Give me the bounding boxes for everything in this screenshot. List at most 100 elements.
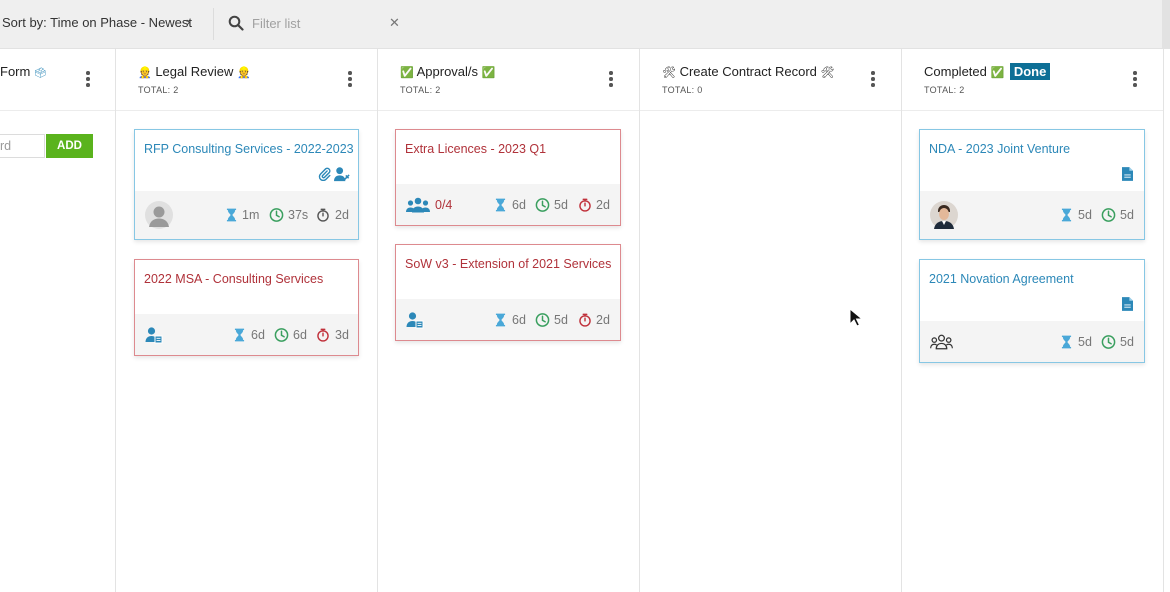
card-footer: 6d 5d 2d [396, 299, 620, 340]
approval-count: 0/4 [435, 197, 453, 212]
time-elapsed: 5d [1120, 334, 1134, 349]
column-header: ✅ Approval/s ✅ TOTAL: 2 [378, 49, 639, 111]
search-icon [228, 15, 244, 31]
column-header: 👷 Legal Review 👷 TOTAL: 2 [116, 49, 377, 111]
quick-add-input[interactable]: rd [0, 134, 45, 158]
clock-icon [1101, 334, 1116, 349]
clock-icon [269, 208, 284, 223]
chevron-right-icon[interactable]: › [186, 14, 190, 29]
column-total: TOTAL: 2 [400, 85, 441, 95]
paperclip-icon [318, 167, 331, 181]
card-footer: 5d 5d [920, 191, 1144, 239]
time-in-phase: 6d [251, 327, 265, 342]
column-total: TOTAL: 0 [662, 85, 703, 95]
time-remaining: 2d [335, 208, 349, 222]
more-options-icon[interactable] [348, 71, 352, 89]
sort-dropdown[interactable]: Sort by: Time on Phase - Newest [2, 15, 192, 30]
ballot-box-icon: 🗳 [33, 68, 47, 79]
done-badge: Done [1009, 63, 1051, 80]
column-header: Completed ✅ Done TOTAL: 2 [902, 49, 1163, 111]
card[interactable]: SoW v3 - Extension of 2021 Services 6d 5… [395, 244, 621, 341]
scrollbar[interactable] [1162, 0, 1170, 49]
time-elapsed: 5d [554, 312, 568, 327]
group-icon [406, 197, 430, 212]
avatar [930, 201, 958, 229]
card[interactable]: NDA - 2023 Joint Venture 5d 5d [919, 129, 1145, 240]
card-footer: 6d 6d 3d [135, 314, 358, 355]
column-header: Form 🗳 [0, 49, 115, 111]
time-in-phase: 6d [512, 197, 526, 212]
hourglass-icon [1061, 334, 1072, 349]
time-elapsed: 37s [288, 208, 309, 222]
kanban-board: Form 🗳 rd ADD 👷 Legal Review 👷 TOTAL: 2 … [0, 49, 1170, 592]
hourglass-icon [226, 208, 237, 223]
time-remaining: 2d [596, 197, 610, 212]
add-button[interactable]: ADD [46, 134, 93, 158]
toolbar-divider [213, 8, 214, 40]
hourglass-icon [1061, 208, 1072, 223]
stopwatch-icon [578, 197, 592, 212]
user-form-icon [145, 326, 163, 344]
more-options-icon[interactable] [1133, 71, 1137, 89]
card-title[interactable]: NDA - 2023 Joint Venture [929, 142, 1070, 156]
hourglass-icon [234, 327, 245, 342]
time-in-phase: 1m [242, 208, 260, 222]
card[interactable]: RFP Consulting Services - 2022-2023 1m 3… [134, 129, 359, 240]
card-title[interactable]: 2021 Novation Agreement [929, 272, 1074, 286]
filter-input[interactable] [252, 13, 382, 33]
column-form: Form 🗳 rd ADD [0, 49, 116, 592]
time-in-phase: 6d [512, 312, 526, 327]
more-options-icon[interactable] [609, 71, 613, 89]
column-completed: Completed ✅ Done TOTAL: 2 NDA - 2023 Joi… [902, 49, 1164, 592]
time-elapsed: 6d [293, 327, 307, 342]
card[interactable]: 2022 MSA - Consulting Services 6d 6d 3d [134, 259, 359, 356]
clock-icon [535, 197, 550, 212]
stopwatch-icon [316, 208, 330, 223]
clock-icon [274, 327, 289, 342]
time-in-phase: 5d [1078, 208, 1092, 222]
scroll-gutter [1164, 49, 1170, 592]
column-title: 🛠 Create Contract Record 🛠 [662, 64, 834, 79]
check-icon: ✅ [990, 67, 1005, 79]
check-icon: ✅ [481, 67, 496, 79]
clock-icon [1101, 208, 1116, 223]
check-icon: ✅ [400, 67, 414, 79]
clock-icon [535, 312, 550, 327]
column-title-text: Create Contract Record [679, 64, 817, 79]
tools-icon: 🛠 [820, 67, 835, 79]
stopwatch-icon [578, 312, 592, 327]
more-options-icon[interactable] [86, 71, 90, 89]
column-title-text: Legal Review [155, 64, 234, 79]
time-remaining: 2d [596, 312, 610, 327]
column-title: Form 🗳 [0, 64, 47, 79]
toolbar: Sort by: Time on Phase - Newest › ✕ [0, 0, 1170, 49]
column-legal-review: 👷 Legal Review 👷 TOTAL: 2 RFP Consulting… [116, 49, 378, 592]
hourglass-icon [495, 312, 506, 327]
more-options-icon[interactable] [871, 71, 875, 89]
time-remaining: 3d [335, 327, 349, 342]
hourglass-icon [495, 197, 506, 212]
card-title[interactable]: Extra Licences - 2023 Q1 [405, 142, 546, 156]
column-total: TOTAL: 2 [924, 85, 965, 95]
document-icon [1122, 297, 1133, 311]
user-edit-icon [334, 167, 350, 182]
worker-icon: 👷 [138, 67, 152, 79]
card[interactable]: 2021 Novation Agreement 5d 5d [919, 259, 1145, 363]
column-title-text: Completed [924, 64, 987, 79]
group-outline-icon [930, 334, 953, 349]
card-title[interactable]: SoW v3 - Extension of 2021 Services [405, 257, 611, 271]
close-icon[interactable]: ✕ [389, 14, 400, 32]
column-title: 👷 Legal Review 👷 [138, 64, 251, 79]
stopwatch-icon [316, 327, 330, 342]
card[interactable]: Extra Licences - 2023 Q1 0/4 6d 5d 2d [395, 129, 621, 226]
card-title[interactable]: RFP Consulting Services - 2022-2023 [144, 142, 354, 156]
column-approvals: ✅ Approval/s ✅ TOTAL: 2 Extra Licences -… [378, 49, 640, 592]
column-title-text: Approval/s [416, 64, 479, 79]
column-title: Completed ✅ Done [924, 63, 1051, 80]
avatar [145, 201, 173, 229]
card-footer: 0/4 6d 5d 2d [396, 184, 620, 225]
card-title[interactable]: 2022 MSA - Consulting Services [144, 272, 323, 286]
card-footer: 5d 5d [920, 321, 1144, 362]
user-form-icon [406, 311, 424, 329]
column-total: TOTAL: 2 [138, 85, 179, 95]
